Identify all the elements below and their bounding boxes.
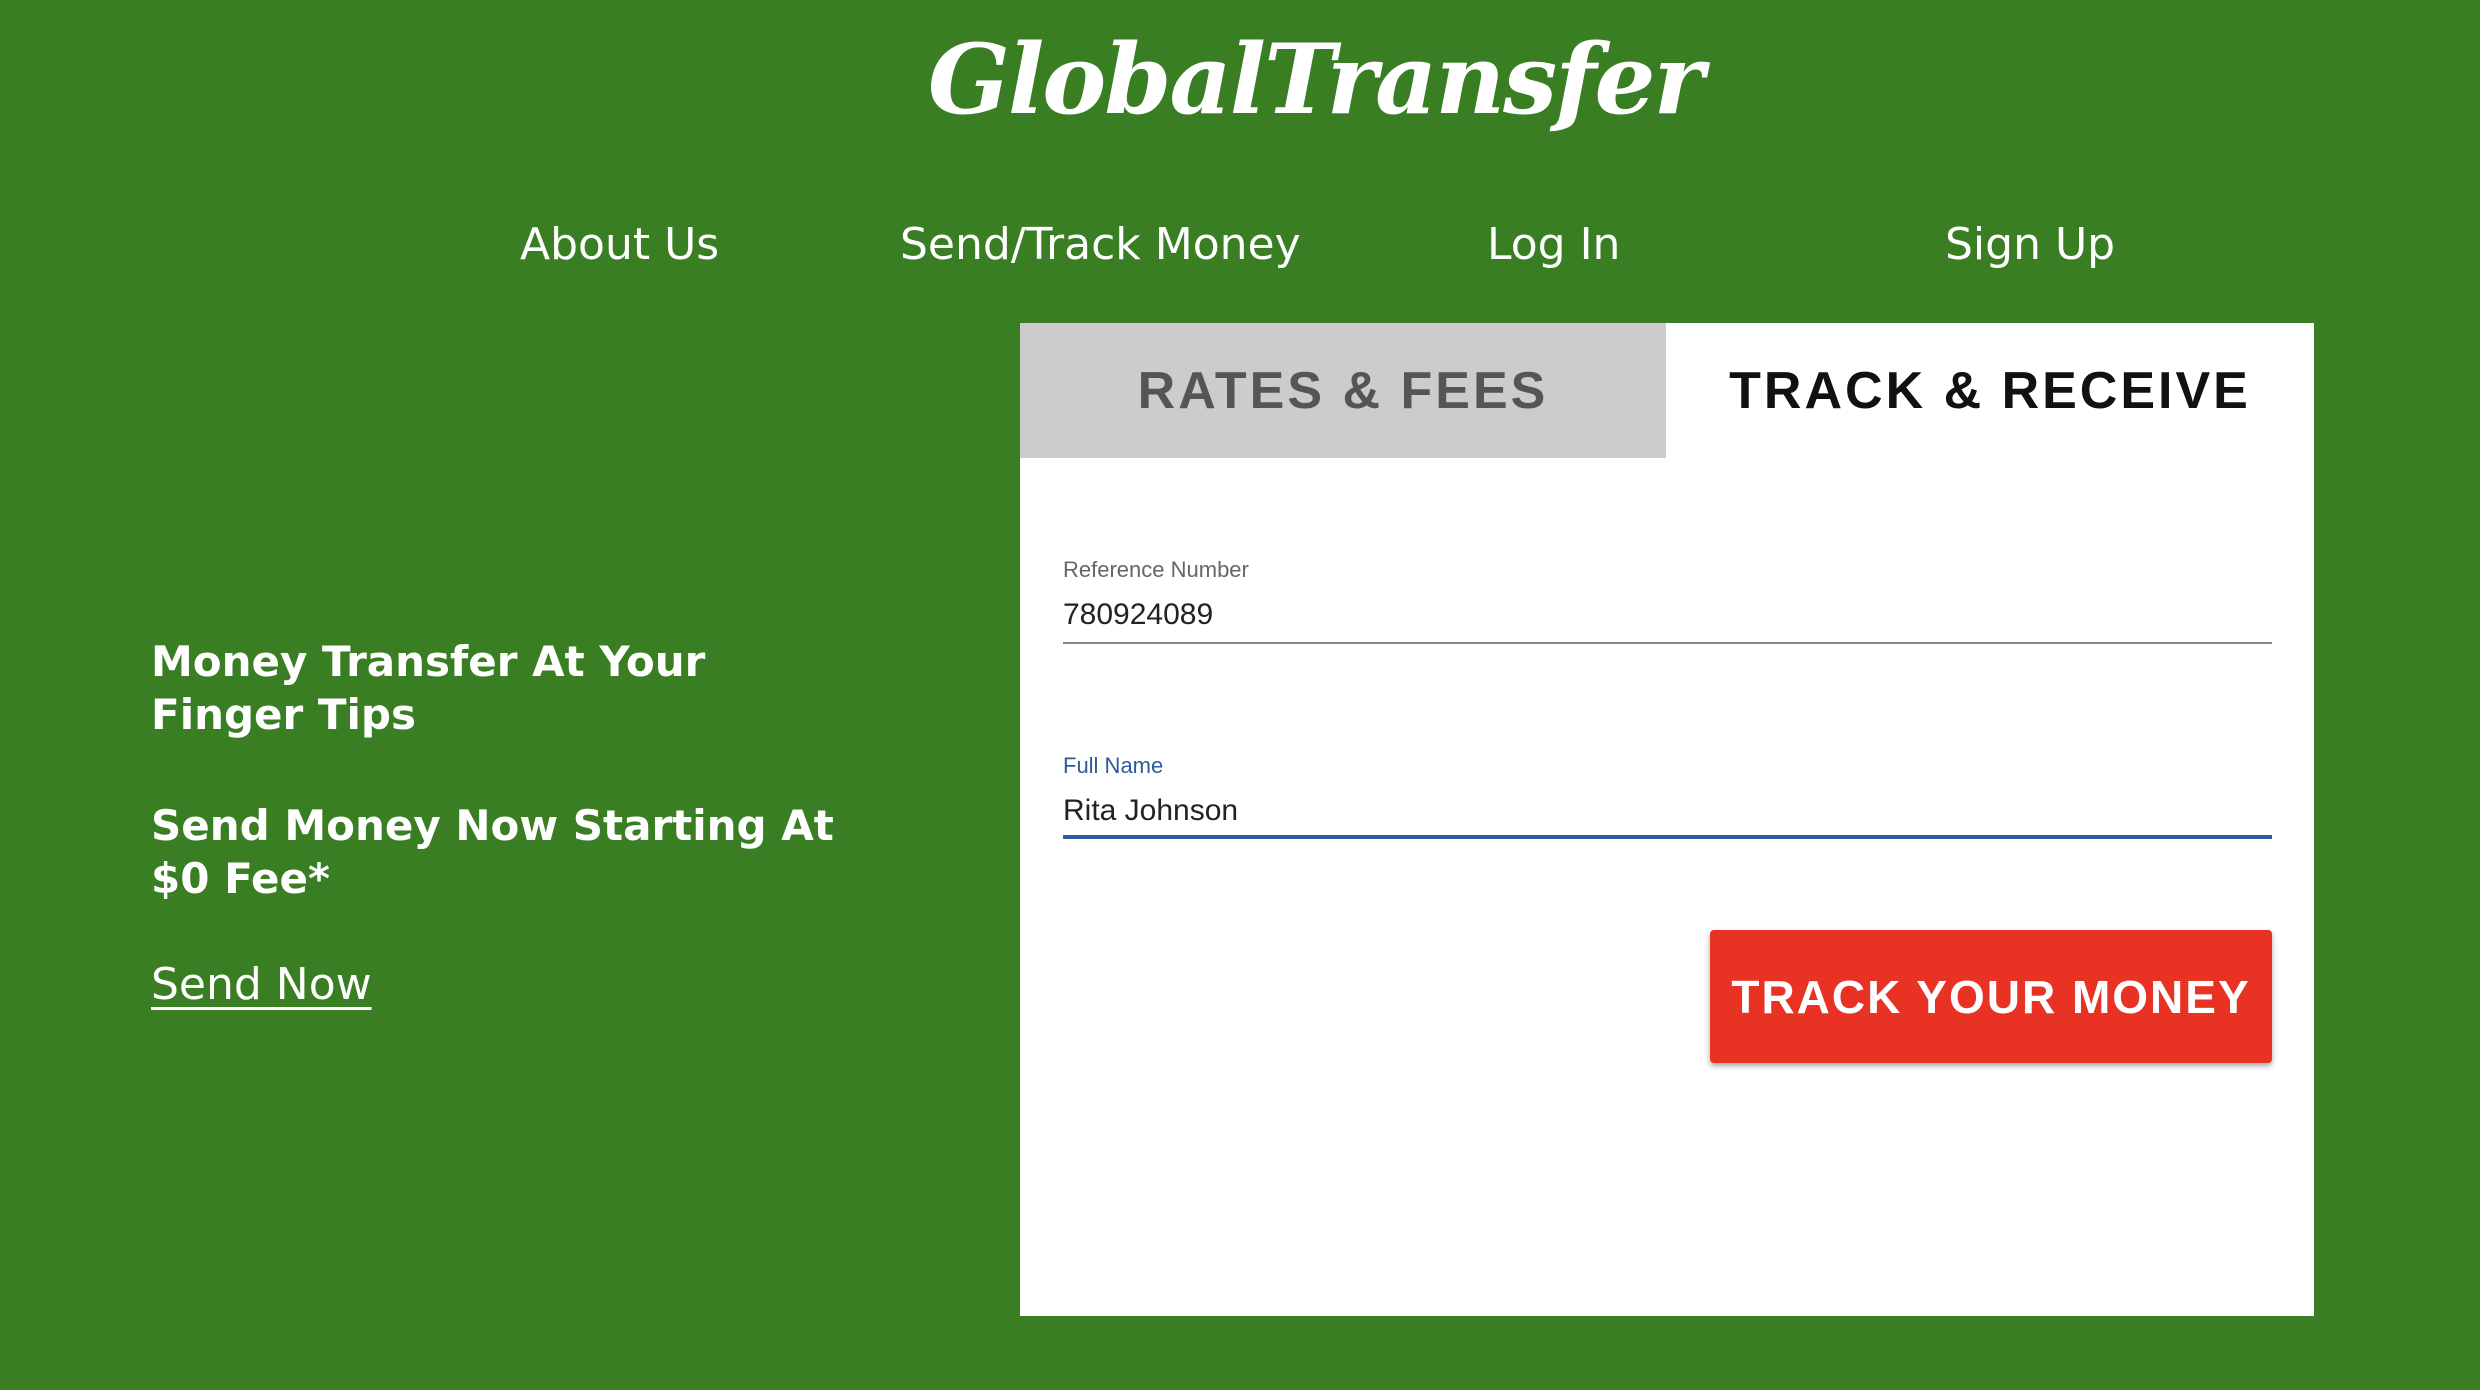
nav-about-us[interactable]: About Us <box>520 210 719 280</box>
reference-number-underline <box>1063 642 2272 644</box>
transfer-panel: RATES & FEES TRACK & RECEIVE Reference N… <box>1020 323 2314 1316</box>
hero-tagline: Money Transfer At Your Finger Tips <box>151 637 706 739</box>
reference-number-input[interactable] <box>1063 590 2272 640</box>
send-now-link[interactable]: Send Now <box>151 955 372 1015</box>
nav-send-track-money[interactable]: Send/Track Money <box>900 210 1301 280</box>
nav-sign-up[interactable]: Sign Up <box>1945 210 2115 280</box>
hero-promo: Send Money Now Starting At $0 Fee* <box>151 801 834 903</box>
track-your-money-button[interactable]: TRACK YOUR MONEY <box>1710 930 2272 1063</box>
tab-track-receive[interactable]: TRACK & RECEIVE <box>1666 323 2314 458</box>
reference-number-label: Reference Number <box>1063 557 1249 582</box>
nav-log-in[interactable]: Log In <box>1487 210 1620 280</box>
full-name-input[interactable] <box>1063 786 2272 836</box>
tab-rates-fees[interactable]: RATES & FEES <box>1020 323 1666 458</box>
brand-logo[interactable]: GlobalTransfer <box>0 10 2480 150</box>
full-name-label: Full Name <box>1063 753 1164 778</box>
full-name-underline <box>1063 835 2272 839</box>
